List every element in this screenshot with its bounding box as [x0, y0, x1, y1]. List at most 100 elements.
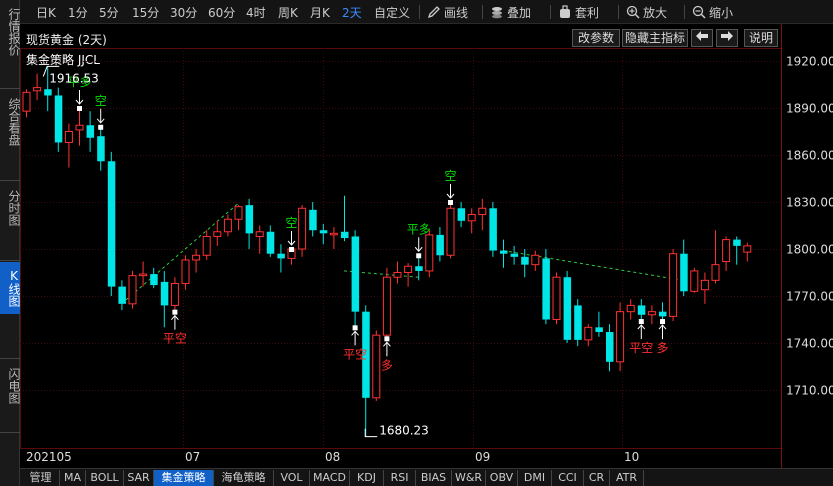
- candle-up: [202, 230, 211, 260]
- candle-down: [266, 225, 275, 257]
- candle-body: [680, 253, 688, 292]
- candle-body: [521, 256, 529, 265]
- candle-body: [690, 270, 699, 292]
- candle-body: [722, 239, 731, 263]
- candle-body: [382, 276, 391, 336]
- indicator-tab-ma[interactable]: MA: [60, 470, 86, 486]
- x-tick-label: 09: [475, 450, 490, 464]
- indicator-tab-[interactable]: 海龟策略: [214, 470, 274, 486]
- signal-point: [638, 319, 644, 325]
- candle-up: [223, 214, 232, 237]
- indicator-tab-kdj[interactable]: KDJ: [350, 470, 384, 486]
- signal-marker: 空: [444, 169, 457, 205]
- candle-up: [478, 198, 487, 231]
- indicator-tab-cr[interactable]: CR: [584, 470, 610, 486]
- signal-label: 平多: [407, 222, 431, 236]
- y-tick-label: 1740.00: [786, 337, 833, 351]
- candle-down: [489, 202, 497, 257]
- candle-body: [97, 136, 105, 162]
- x-tick-label: 07: [185, 450, 200, 464]
- y-tick-label: 1800.00: [786, 243, 833, 257]
- indicator-tab-macd[interactable]: MACD: [310, 470, 350, 486]
- signal-marker: 空: [285, 216, 298, 252]
- y-tick-label: 1890.00: [786, 102, 833, 116]
- candle-up: [382, 267, 391, 339]
- candle-body: [584, 326, 593, 341]
- candle-body: [75, 124, 84, 131]
- candle-up: [531, 250, 540, 271]
- indicator-tab-[interactable]: 集金策略: [154, 470, 214, 486]
- candle-down: [680, 239, 688, 296]
- indicator-tab-atr[interactable]: ATR: [610, 470, 644, 486]
- candle-body: [733, 239, 741, 246]
- signal-point: [416, 253, 422, 259]
- candle-body: [372, 334, 381, 399]
- candle-body: [542, 258, 550, 320]
- indicator-tab-obv[interactable]: OBV: [486, 470, 518, 486]
- candle-down: [54, 87, 63, 152]
- indicator-tab-cci[interactable]: CCI: [552, 470, 584, 486]
- candle-down: [733, 236, 741, 265]
- candle-up: [446, 202, 455, 259]
- candle-body: [626, 304, 635, 313]
- indicator-tab-dmi[interactable]: DMI: [518, 470, 552, 486]
- candle-body: [478, 207, 487, 216]
- signal-point: [77, 106, 82, 111]
- candle-body: [404, 265, 413, 274]
- candle-down: [510, 245, 519, 265]
- candle-up: [404, 263, 413, 287]
- candle-down: [457, 202, 466, 228]
- candle-body: [245, 205, 254, 234]
- signal-label: 多: [381, 358, 393, 372]
- candle-down: [160, 270, 169, 328]
- candle-body: [150, 274, 158, 286]
- candle-up: [64, 123, 73, 168]
- candle-up: [425, 230, 434, 278]
- indicator-tab-[interactable]: 管理: [22, 470, 60, 486]
- y-tick-label: 1860.00: [786, 149, 833, 163]
- candle-body: [234, 206, 243, 220]
- candle-down: [362, 305, 370, 437]
- low-label: 1680.23: [379, 424, 429, 438]
- candle-body: [743, 245, 752, 253]
- candle-body: [563, 277, 572, 340]
- candle-body: [319, 230, 328, 234]
- signal-marker: 多: [656, 319, 669, 355]
- kline-chart[interactable]: 202105 07 08 09 10 1710.00 1740.00 1770.00 1800…: [0, 0, 833, 468]
- candle-body: [446, 207, 455, 256]
- candle-body: [700, 279, 709, 291]
- candle-up: [690, 267, 699, 293]
- candle-body: [457, 208, 466, 221]
- candle-up: [616, 302, 625, 372]
- signal-point: [384, 336, 390, 342]
- candle-body: [552, 276, 561, 321]
- candle-down: [436, 227, 444, 262]
- signal-point: [660, 319, 665, 325]
- y-tick-label: 1770.00: [786, 290, 833, 304]
- candle-body: [341, 231, 349, 239]
- candle-up: [711, 230, 720, 284]
- indicator-tab-rsi[interactable]: RSI: [384, 470, 416, 486]
- x-axis-labels: 202105 07 08 09 10: [26, 450, 639, 464]
- indicator-tab-sar[interactable]: SAR: [124, 470, 154, 486]
- candle-body: [213, 231, 222, 237]
- signal-point: [448, 200, 453, 205]
- candle-body: [606, 332, 614, 362]
- candle-body: [393, 272, 402, 278]
- candle-up: [128, 270, 137, 309]
- candle-up: [181, 255, 190, 290]
- candle-body: [574, 305, 582, 340]
- candle-down: [86, 111, 95, 152]
- candle-body: [33, 87, 42, 92]
- indicator-tab-vol[interactable]: VOL: [274, 470, 310, 486]
- indicator-tab-bias[interactable]: BIAS: [416, 470, 452, 486]
- candle-up: [298, 205, 307, 257]
- signal-point: [172, 309, 178, 315]
- candle-body: [309, 209, 317, 231]
- candle-body: [510, 253, 519, 257]
- indicator-tab-boll[interactable]: BOLL: [86, 470, 124, 486]
- candle-body: [500, 250, 508, 254]
- candle-down: [97, 126, 105, 171]
- indicator-tab-wr[interactable]: W&R: [452, 470, 486, 486]
- candle-down: [277, 244, 285, 273]
